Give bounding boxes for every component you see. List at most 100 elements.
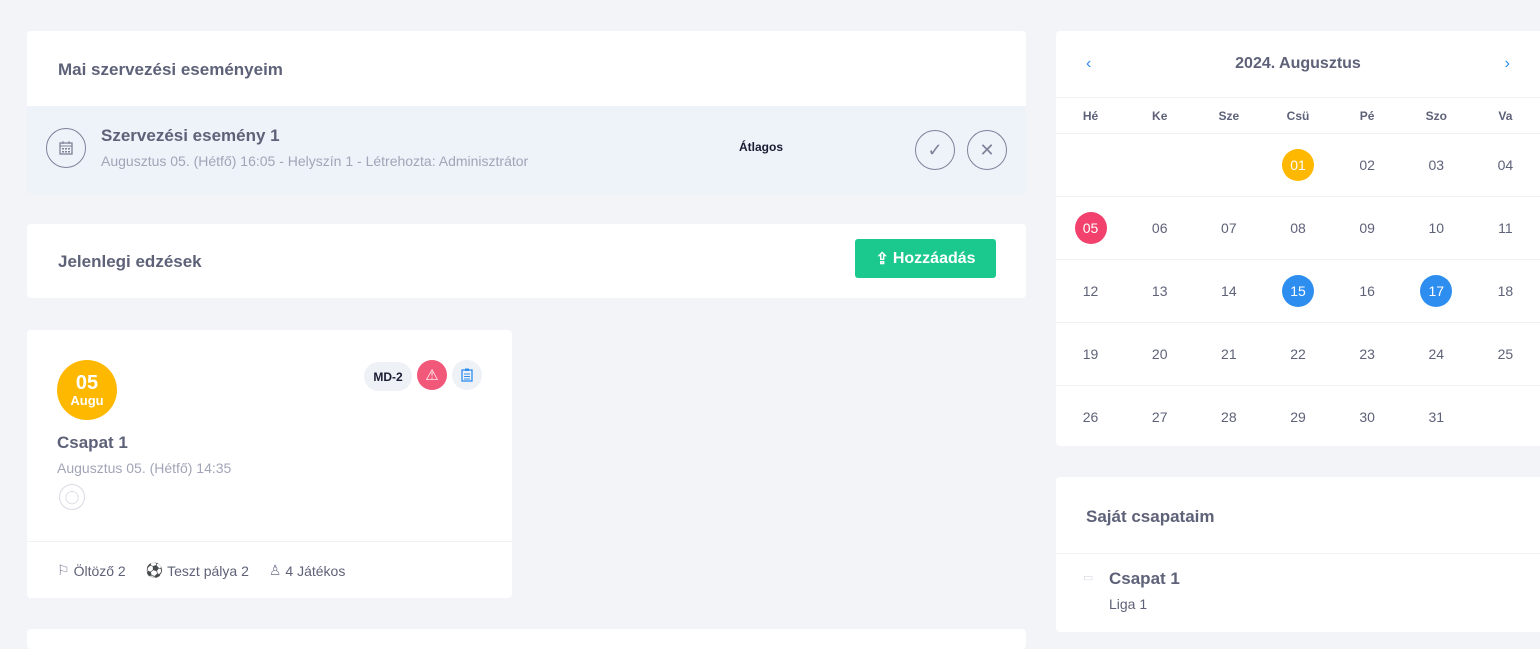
next-month-button[interactable]: ›: [1505, 55, 1510, 73]
day-number: 27: [1151, 409, 1168, 425]
training-card[interactable]: 05 Augu MD-2 ⚠ Csapat 1 Augusztus 05. (H…: [27, 330, 512, 598]
current-trainings-card: Jelenlegi edzések ⇪ Hozzáadás: [27, 224, 1026, 298]
calendar-day[interactable]: 02: [1333, 134, 1402, 196]
day-number: 01: [1281, 149, 1314, 181]
calendar-day[interactable]: 11: [1471, 197, 1540, 259]
day-number: 22: [1290, 346, 1306, 362]
day-number: 05: [1074, 212, 1107, 244]
calendar-day[interactable]: 18: [1471, 260, 1540, 322]
day-number: 25: [1497, 346, 1514, 362]
field: ⚽ Teszt pálya 2: [145, 562, 249, 579]
day-number: 23: [1359, 346, 1375, 362]
weekday-label: Szo: [1425, 108, 1447, 123]
event-subtitle: Augusztus 05. (Hétfő) 16:05 - Helyszín 1…: [101, 153, 529, 169]
day-number: 06: [1151, 220, 1168, 236]
calendar-day[interactable]: 01: [1263, 134, 1332, 196]
calendar-day[interactable]: 25: [1471, 323, 1540, 385]
day-number: 17: [1420, 275, 1453, 307]
upload-icon: ⇪: [875, 250, 889, 268]
calendar-day[interactable]: 29: [1263, 386, 1332, 448]
calendar-day: [1125, 134, 1194, 196]
team-icon: ▭: [1083, 572, 1094, 584]
calendar-day[interactable]: 26: [1056, 386, 1125, 448]
day-number: 04: [1497, 157, 1514, 173]
weekday-label: Sze: [1218, 108, 1240, 123]
player-count: ♙ 4 Játékos: [268, 562, 346, 579]
calendar-day[interactable]: 27: [1125, 386, 1194, 448]
calendar-day[interactable]: 16: [1333, 260, 1402, 322]
person-icon: ♙: [268, 562, 282, 578]
calendar-day[interactable]: 23: [1333, 323, 1402, 385]
calendar-day[interactable]: 19: [1056, 323, 1125, 385]
add-training-button[interactable]: ⇪ Hozzáadás: [855, 239, 996, 278]
my-teams-card: Saját csapataim ▭ Csapat 1 Liga 1: [1056, 477, 1540, 632]
calendar-day[interactable]: 24: [1402, 323, 1471, 385]
calendar-day[interactable]: 09: [1333, 197, 1402, 259]
calendar-day[interactable]: 21: [1194, 323, 1263, 385]
warning-icon[interactable]: ⚠: [417, 360, 447, 390]
reject-button[interactable]: ✕: [967, 130, 1007, 170]
calendar-day[interactable]: 30: [1333, 386, 1402, 448]
card-title: Saját csapataim: [1086, 507, 1215, 526]
weekday-label: Csü: [1286, 108, 1310, 123]
calendar-day[interactable]: 14: [1194, 260, 1263, 322]
calendar-day[interactable]: 12: [1056, 260, 1125, 322]
day-number: 28: [1221, 409, 1237, 425]
day-number: 03: [1428, 157, 1445, 173]
calendar-day[interactable]: 08: [1263, 197, 1332, 259]
day-number: 13: [1151, 283, 1168, 299]
day-number: 10: [1428, 220, 1445, 236]
calendar-icon: [46, 128, 86, 168]
day-number: 14: [1221, 283, 1237, 299]
day-number: 31: [1428, 409, 1445, 425]
calendar-day[interactable]: 07: [1194, 197, 1263, 259]
day-number: 19: [1082, 346, 1099, 362]
event-row[interactable]: Szervezési esemény 1 Augusztus 05. (Hétf…: [27, 106, 1026, 194]
card-title: Mai szervezési eseményeim: [58, 60, 283, 79]
clipboard-icon[interactable]: [452, 360, 482, 390]
accept-button[interactable]: ✓: [915, 130, 955, 170]
calendar-day[interactable]: 04: [1471, 134, 1540, 196]
locker-room: ⚐ Öltöző 2: [57, 562, 126, 579]
event-title: Szervezési esemény 1: [101, 126, 280, 145]
calendar-day: [1194, 134, 1263, 196]
day-number: 21: [1221, 346, 1237, 362]
calendar-day[interactable]: 10: [1402, 197, 1471, 259]
day-number: 29: [1290, 409, 1306, 425]
calendar-day[interactable]: 20: [1125, 323, 1194, 385]
team-name: Csapat 1: [57, 433, 128, 452]
calendar-title: 2024. Augusztus: [1235, 55, 1361, 72]
weekday-label: Va: [1498, 108, 1513, 123]
day-number: 30: [1359, 409, 1375, 425]
weekday-label: Pé: [1359, 108, 1375, 123]
calendar-day[interactable]: 31: [1402, 386, 1471, 448]
calendar-day[interactable]: 22: [1263, 323, 1332, 385]
calendar-day[interactable]: 28: [1194, 386, 1263, 448]
flag-icon: ⚐: [57, 562, 70, 578]
calendar-day[interactable]: 17: [1402, 260, 1471, 322]
calendar-day: [1471, 386, 1540, 448]
day-number: 08: [1290, 220, 1306, 236]
day-number: 15: [1281, 275, 1314, 307]
card-title: Jelenlegi edzések: [58, 252, 202, 271]
date-badge: 05 Augu: [57, 360, 117, 420]
md-badge: MD-2: [364, 362, 412, 391]
calendar-day[interactable]: 15: [1263, 260, 1332, 322]
calendar-day[interactable]: 05: [1056, 197, 1125, 259]
day-number: 11: [1498, 220, 1513, 236]
next-card: [27, 629, 1026, 649]
calendar-card: ‹ 2024. Augusztus › Hé Ke Sze Csü Pé Szo Va 01 0…: [1056, 31, 1540, 446]
day-number: 18: [1497, 283, 1514, 299]
user-avatar-icon: ◯: [59, 484, 85, 510]
day-number: 07: [1221, 220, 1237, 236]
calendar-day[interactable]: 13: [1125, 260, 1194, 322]
day-number: 09: [1359, 220, 1375, 236]
calendar-day[interactable]: 06: [1125, 197, 1194, 259]
day-number: 02: [1359, 157, 1375, 173]
prev-month-button[interactable]: ‹: [1086, 55, 1091, 73]
today-events-card: Mai szervezési eseményeim Szervezési ese…: [27, 31, 1026, 194]
calendar-day[interactable]: 03: [1402, 134, 1471, 196]
day-number: 24: [1428, 346, 1445, 362]
calendar-day: [1056, 134, 1125, 196]
day-number: 26: [1082, 409, 1099, 425]
